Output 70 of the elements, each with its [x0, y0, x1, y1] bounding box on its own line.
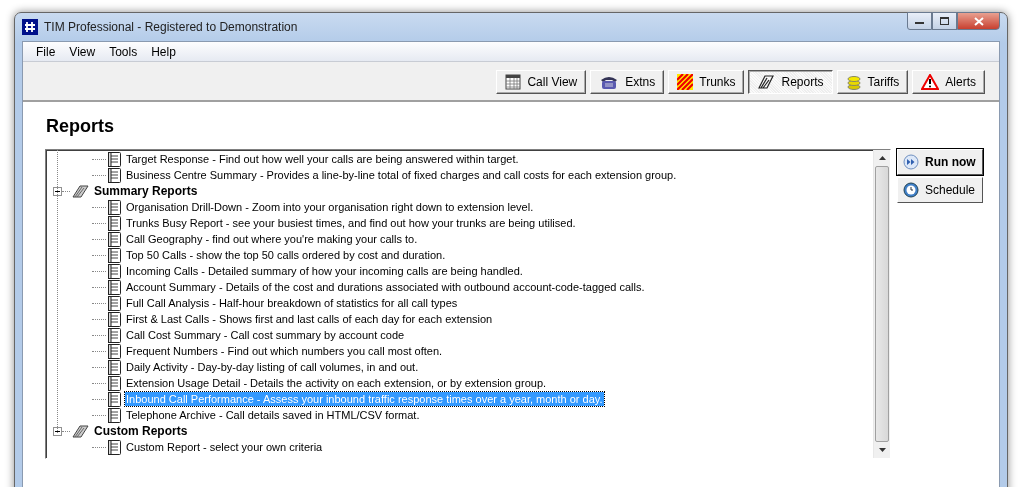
document-icon [108, 359, 121, 375]
tree-group[interactable]: Custom Reports [93, 424, 189, 438]
document-icon [108, 279, 121, 295]
striped-icon [677, 74, 694, 90]
tree-item[interactable]: Call Cost Summary - Call cost summary by account code [125, 328, 406, 342]
document-icon [108, 327, 121, 343]
close-icon [973, 16, 984, 26]
tree-item[interactable]: First & Last Calls - Shows first and last calls of each day for each extension [125, 312, 494, 326]
document-icon [108, 311, 121, 327]
toolbar-button[interactable]: Extns [590, 70, 665, 94]
tree-item[interactable]: Extension Usage Detail - Details the activity on each extension, or by extension group. [125, 376, 548, 390]
clock-icon [903, 182, 919, 198]
scroll-icon [71, 423, 89, 439]
toolbar-button[interactable]: Tariffs [836, 70, 909, 94]
document-icon [108, 215, 121, 231]
document-icon [108, 407, 121, 423]
coins-icon [845, 74, 862, 90]
tree-item[interactable]: Organisation Drill-Down - Zoom into your organisation right down to extension level. [125, 200, 535, 214]
action-button[interactable]: Run now [897, 149, 983, 175]
tree-item[interactable]: Call Geography - find out where you're making your calls to. [125, 232, 419, 246]
document-icon [108, 231, 121, 247]
maximize-button[interactable] [932, 12, 957, 30]
scrollbar[interactable] [873, 150, 890, 458]
telephone-icon [599, 74, 620, 90]
tree-item[interactable]: Business Centre Summary - Provides a line-by-line total of fixed charges and call costs for each extension group. [125, 168, 678, 182]
tree-item[interactable]: Custom Report - select your own criteria [125, 440, 324, 454]
document-icon [108, 439, 121, 455]
document-icon [108, 343, 121, 359]
document-icon [108, 199, 121, 215]
document-icon [108, 167, 121, 183]
document-icon [108, 151, 121, 167]
collapse-toggle[interactable] [53, 186, 62, 196]
fast-forward-icon [903, 154, 919, 170]
toolbar-button[interactable]: Trunks [668, 70, 745, 94]
maximize-icon [940, 17, 949, 25]
app-logo-icon [22, 19, 38, 35]
scroll-icon [71, 183, 89, 199]
menu-item[interactable]: File [29, 44, 63, 59]
toolbar-button[interactable]: Reports [748, 70, 833, 94]
tree-item[interactable]: Target Response - Find out how well your calls are being answered within target. [125, 152, 520, 166]
tree-item[interactable]: Top 50 Calls - show the top 50 calls ordered by cost and duration. [125, 248, 447, 262]
tree-item[interactable]: Full Call Analysis - Half-hour breakdown of statistics for all call types [125, 296, 459, 310]
document-icon [108, 247, 121, 263]
minimize-button[interactable] [907, 12, 932, 30]
documents-icon [757, 74, 776, 90]
close-button[interactable] [957, 12, 1000, 30]
document-icon [108, 375, 121, 391]
menu-item[interactable]: View [62, 44, 103, 59]
window-title: TIM Professional - Registered to Demonstration [44, 20, 299, 34]
page-heading: Reports [46, 116, 115, 137]
menu-item[interactable]: Tools [102, 44, 145, 59]
menu-item[interactable]: Help [144, 44, 183, 59]
action-button[interactable]: Schedule [897, 177, 983, 203]
toolbar-button[interactable]: Alerts [912, 70, 985, 94]
down-arrow-icon[interactable] [878, 448, 886, 452]
document-icon [108, 391, 121, 407]
collapse-toggle[interactable] [53, 426, 62, 436]
tree-item[interactable]: Incoming Calls - Detailed summary of how your incoming calls are being handled. [125, 264, 524, 278]
toolbar-button[interactable]: Call View [496, 70, 587, 94]
tree-item[interactable]: Account Summary - Details of the cost and durations associated with outbound account-code-tagged calls. [125, 280, 646, 294]
tree-item[interactable]: Trunks Busy Report - see your busiest times, and find out how your trunks are being utilised. [125, 216, 577, 230]
tree-item[interactable]: Daily Activity - Day-by-day listing of call volumes, in and out. [125, 360, 420, 374]
tree-item[interactable]: Frequent Numbers - Find out which numbers you call most often. [125, 344, 444, 358]
grid-icon [505, 74, 522, 90]
document-icon [108, 295, 121, 311]
tree-group[interactable]: Summary Reports [93, 184, 199, 198]
up-arrow-icon[interactable] [878, 156, 886, 160]
document-icon [108, 263, 121, 279]
tree-item[interactable]: Telephone Archive - Call details saved in HTML/CSV format. [125, 408, 421, 422]
warning-icon [921, 74, 940, 90]
